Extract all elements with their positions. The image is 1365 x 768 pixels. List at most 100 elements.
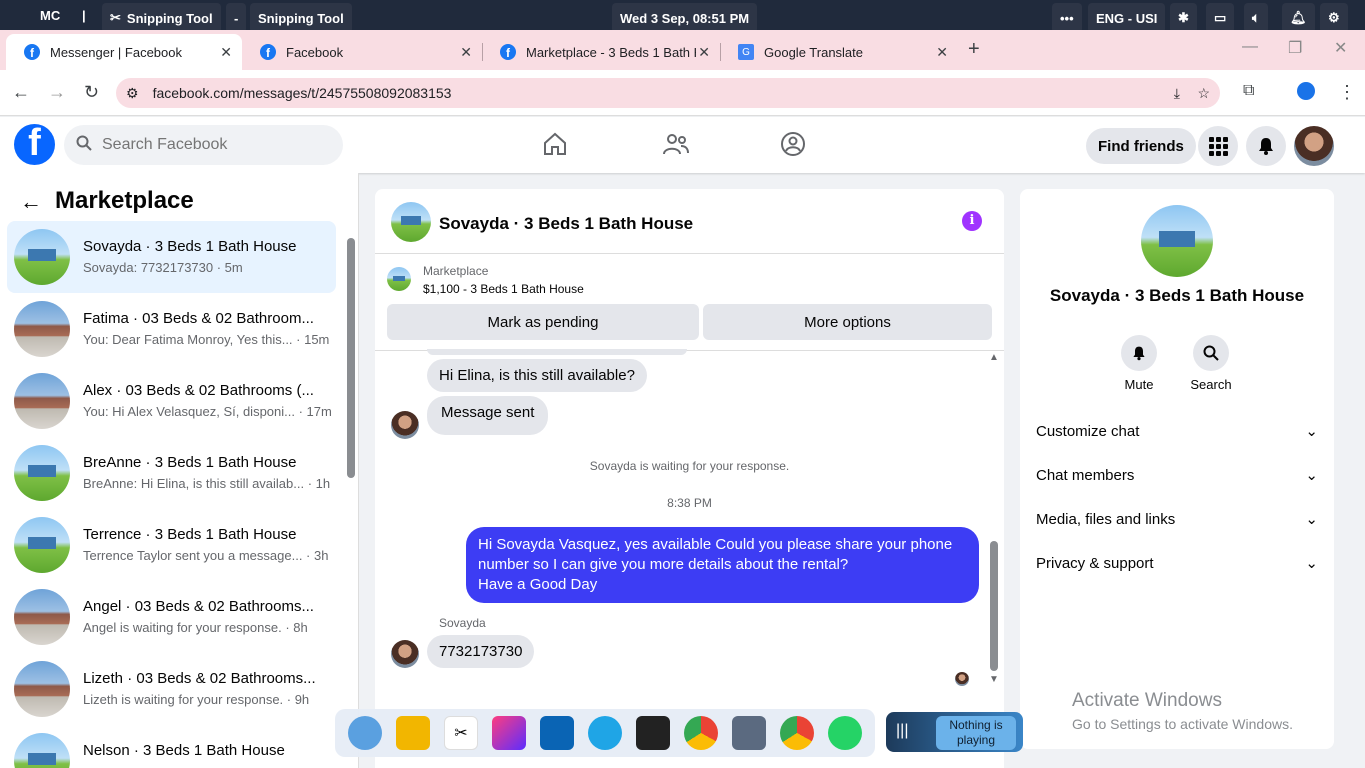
- notifications-bell-icon[interactable]: [1246, 126, 1286, 166]
- scroll-down-icon[interactable]: ▼: [989, 674, 999, 685]
- file-explorer-icon[interactable]: [396, 716, 430, 750]
- conversation-item[interactable]: Lizeth · 03 Beds & 02 Bathrooms... Lizeth…: [7, 653, 336, 725]
- media-widget[interactable]: ||| Nothing is playing: [886, 712, 1023, 752]
- chevron-down-icon: ⌄: [1305, 555, 1318, 572]
- tab-search-icon[interactable]: ⧉: [1243, 82, 1254, 100]
- conversation-item[interactable]: Angel · 03 Beds & 02 Bathrooms... Angel i…: [7, 581, 336, 653]
- close-tab-icon[interactable]: ✕: [220, 44, 232, 61]
- more-options-button[interactable]: More options: [703, 304, 992, 340]
- conversation-item[interactable]: Alex · 03 Beds & 02 Bathrooms (... You: H…: [7, 365, 336, 437]
- minimize-app[interactable]: -: [226, 3, 247, 33]
- media-files-links-row[interactable]: Media, files and links ⌄: [1036, 504, 1318, 534]
- microsoft-store-icon[interactable]: [540, 716, 574, 750]
- conversation-preview: BreAnne: Hi Elina, is this still availab…: [83, 476, 331, 491]
- chrome-icon[interactable]: [780, 716, 814, 750]
- message-bubble[interactable]: Message sent: [427, 396, 549, 435]
- listing-thumbnail[interactable]: [387, 267, 411, 291]
- search-conversation-button[interactable]: Search: [1181, 335, 1241, 392]
- conversation-name: Angel · 03 Beds & 02 Bathrooms...: [83, 598, 314, 615]
- customize-chat-row[interactable]: Customize chat ⌄: [1036, 416, 1318, 446]
- bluetooth-icon[interactable]: ✱: [1170, 3, 1197, 33]
- close-tab-icon[interactable]: ✕: [460, 44, 472, 61]
- my-message-bubble[interactable]: Hi Sovayda Vasquez, yes available Could …: [466, 527, 979, 603]
- url-omnibox[interactable]: ⚙ facebook.com/messages/t/24575508092083…: [116, 78, 1220, 108]
- conversation-name: Sovayda · 3 Beds 1 Bath House: [83, 238, 297, 255]
- friends-icon[interactable]: [662, 131, 690, 162]
- bookmark-star-icon[interactable]: ☆: [1197, 85, 1210, 102]
- find-friends-button[interactable]: Find friends: [1086, 128, 1196, 164]
- chat-avatar[interactable]: [391, 202, 431, 242]
- groups-icon[interactable]: [780, 131, 806, 162]
- conversation-item[interactable]: Fatima · 03 Beds & 02 Bathroom... You: De…: [7, 293, 336, 365]
- conversation-item[interactable]: BreAnne · 3 Beds 1 Bath House BreAnne: Hi…: [7, 437, 336, 509]
- quick-settings-icon[interactable]: ⚙: [1320, 3, 1348, 33]
- close-tab-icon[interactable]: ✕: [698, 44, 710, 61]
- restore-window-icon[interactable]: ❐: [1288, 38, 1302, 58]
- reload-icon[interactable]: ↻: [84, 82, 99, 103]
- facebook-logo[interactable]: f: [14, 124, 55, 165]
- timestamp: 8:38 PM: [667, 496, 712, 510]
- waiting-notice: Sovayda is waiting for your response.: [589, 459, 790, 473]
- menu-grid-icon[interactable]: [1198, 126, 1238, 166]
- datetime[interactable]: Wed 3 Sep, 08:51 PM: [612, 3, 758, 33]
- conversation-name: Fatima · 03 Beds & 02 Bathroom...: [83, 310, 314, 327]
- volume-icon[interactable]: 🔈︎: [1244, 3, 1268, 33]
- privacy-support-row[interactable]: Privacy & support ⌄: [1036, 548, 1318, 578]
- search-input[interactable]: [102, 136, 322, 154]
- chat-title[interactable]: Sovayda · 3 Beds 1 Bath House: [439, 214, 693, 234]
- tab-marketplace[interactable]: f Marketplace - 3 Beds 1 Bath Ho ✕: [482, 34, 721, 70]
- notification-bell-icon[interactable]: 🔔︎: [1282, 3, 1315, 33]
- profile-extension-icon[interactable]: [1297, 82, 1315, 105]
- browser-menu-icon[interactable]: ⋮: [1338, 82, 1356, 103]
- snipping-tool-window[interactable]: Snipping Tool: [250, 3, 352, 33]
- calculator-icon[interactable]: [732, 716, 766, 750]
- profile-avatar[interactable]: [1294, 126, 1334, 166]
- edge-browser-icon[interactable]: [588, 716, 622, 750]
- info-icon[interactable]: i: [962, 211, 982, 231]
- snipping-tool-icon[interactable]: ✂: [444, 716, 478, 750]
- more-icon[interactable]: •••: [1052, 3, 1082, 33]
- conversation-item[interactable]: Sovayda · 3 Beds 1 Bath House Sovayda: 77…: [7, 221, 336, 293]
- back-arrow-icon[interactable]: ←: [12, 82, 30, 103]
- system-taskbar: MC | ✂ Snipping Tool - Snipping Tool Wed…: [0, 0, 1365, 33]
- close-tab-icon[interactable]: ✕: [936, 44, 948, 61]
- listing-avatar: [14, 661, 70, 717]
- site-info-icon[interactable]: ⚙: [126, 85, 139, 102]
- forward-arrow-icon[interactable]: →: [48, 82, 66, 103]
- listing-avatar: [14, 445, 70, 501]
- back-arrow-icon[interactable]: ←: [20, 189, 42, 215]
- bell-icon: [1121, 335, 1157, 371]
- message-bubble[interactable]: Hi Elina, is this still available?: [427, 359, 647, 392]
- install-app-icon[interactable]: ⤓: [1174, 85, 1180, 102]
- list-scrollbar[interactable]: [347, 238, 355, 478]
- chat-members-row[interactable]: Chat members ⌄: [1036, 460, 1318, 490]
- minimize-window-icon[interactable]: —: [1242, 38, 1258, 56]
- tab-facebook[interactable]: f Facebook ✕: [242, 34, 483, 70]
- sender-avatar: [391, 411, 419, 439]
- conversation-item[interactable]: Terrence · 3 Beds 1 Bath House Terrence T…: [7, 509, 336, 581]
- sticky-notes-icon[interactable]: [636, 716, 670, 750]
- contact-avatar[interactable]: [1141, 205, 1213, 277]
- home-icon[interactable]: [542, 131, 568, 162]
- close-window-icon[interactable]: ✕: [1334, 38, 1347, 58]
- tab-messenger[interactable]: f Messenger | Facebook ✕: [6, 34, 242, 70]
- conversation-preview: Terrence Taylor sent you a message... · …: [83, 548, 329, 563]
- message-bubble[interactable]: 7732173730: [427, 635, 535, 668]
- tab-google-translate[interactable]: G Google Translate ✕: [720, 34, 958, 70]
- conversation-list-pane: ← Marketplace Sovayda · 3 Beds 1 Bath Ho…: [0, 173, 359, 768]
- whatsapp-icon[interactable]: [828, 716, 862, 750]
- chrome-icon[interactable]: [684, 716, 718, 750]
- finder-icon[interactable]: [348, 716, 382, 750]
- scroll-up-icon[interactable]: ▲: [989, 352, 999, 363]
- notes-app-icon[interactable]: [492, 716, 526, 750]
- chat-scrollbar[interactable]: [990, 541, 998, 671]
- search-box[interactable]: [64, 125, 343, 165]
- display-icon[interactable]: ▭: [1206, 3, 1235, 33]
- snipping-tool-app[interactable]: ✂ Snipping Tool: [102, 3, 221, 33]
- language-indicator[interactable]: ENG - USI: [1088, 3, 1166, 33]
- listing-title[interactable]: $1,100 - 3 Beds 1 Bath House: [423, 282, 584, 296]
- conversation-item[interactable]: Nelson · 3 Beds 1 Bath House: [7, 725, 336, 768]
- mark-as-pending-button[interactable]: Mark as pending: [387, 304, 699, 340]
- new-tab-icon[interactable]: +: [968, 38, 980, 61]
- mute-button[interactable]: Mute: [1109, 335, 1169, 392]
